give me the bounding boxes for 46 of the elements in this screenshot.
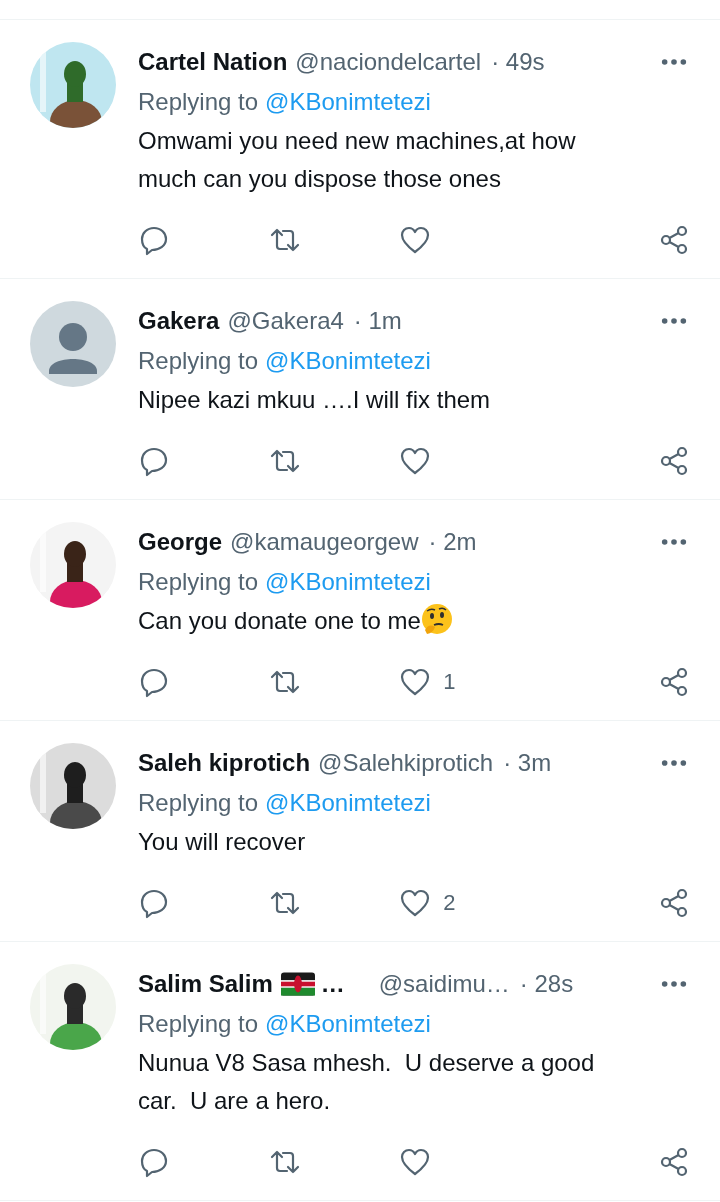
tweet-text: Nipee kazi mkuu ….I will fix them (138, 386, 491, 413)
display-name[interactable]: Salim Salim (138, 970, 273, 998)
reply-icon[interactable] (138, 666, 170, 698)
tweet-text: Omwami you need new machines,at how much can you dispose those ones (138, 127, 577, 192)
display-name[interactable]: Gakera (138, 307, 220, 335)
heart-icon[interactable] (399, 445, 432, 477)
heart-icon[interactable] (399, 1146, 432, 1178)
tweet-text: Nunua V8 Sasa mhesh. U deserve a good car. U are a hero. (138, 1049, 596, 1114)
display-name[interactable]: George (138, 528, 223, 556)
timestamp: · 1m (353, 307, 402, 335)
replying-label: Replying to (138, 346, 259, 376)
display-name[interactable]: Cartel Nation (138, 48, 288, 76)
more-icon[interactable] (660, 316, 688, 326)
reply-icon[interactable] (138, 887, 170, 919)
timestamp: · 28s (519, 970, 574, 998)
more-icon[interactable] (660, 979, 688, 989)
default-avatar-icon[interactable] (30, 301, 116, 387)
timestamp: · 49s (491, 48, 545, 76)
more-icon[interactable] (660, 537, 688, 547)
username[interactable]: @naciondelcartel (295, 48, 482, 76)
tweet-text: You will recover (138, 828, 306, 855)
reply-icon[interactable] (138, 445, 170, 477)
heart-icon[interactable] (399, 887, 432, 919)
replying-label: Replying to (138, 1009, 259, 1039)
heart-icon[interactable] (399, 224, 432, 256)
username[interactable]: @saidimu… (378, 970, 510, 998)
replying-label: Replying to (138, 788, 259, 818)
display-name[interactable]: Saleh kiprotich (138, 749, 311, 777)
more-icon[interactable] (660, 57, 688, 67)
username[interactable]: @Salehkiprotich (318, 749, 494, 777)
flag-icon (280, 972, 315, 996)
heart-icon[interactable] (399, 666, 432, 698)
reply-icon[interactable] (138, 1146, 170, 1178)
like-count: 2 (443, 890, 456, 916)
timestamp: · 3m (503, 749, 552, 777)
username[interactable]: @kamaugeorgew (230, 528, 419, 556)
replying-label: Replying to (138, 567, 259, 597)
thinking-face-icon (420, 603, 453, 635)
like-count: 1 (443, 669, 456, 695)
replying-label: Replying to (138, 87, 259, 117)
more-icon[interactable] (660, 758, 688, 768)
timestamp: · 2m (428, 528, 477, 556)
reply-icon[interactable] (138, 224, 170, 256)
name-ellipsis: … (320, 970, 345, 998)
username[interactable]: @Gakera4 (227, 307, 344, 335)
tweet-text: Can you donate one to me (138, 607, 421, 634)
